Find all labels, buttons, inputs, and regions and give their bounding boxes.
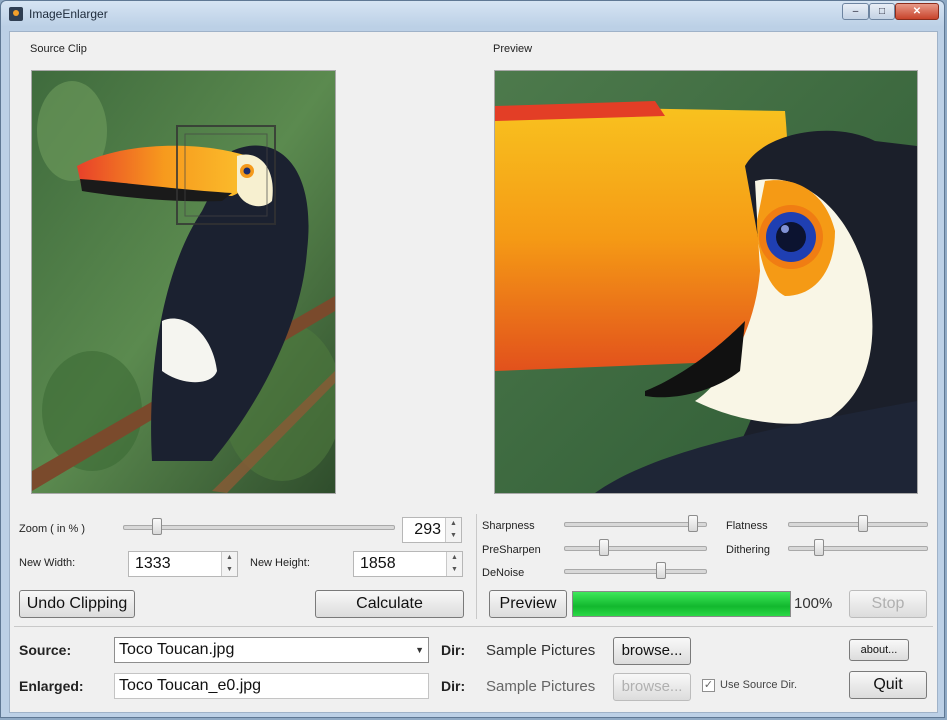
dithering-slider-track[interactable] [788,546,928,551]
source-dir-label: Dir: [441,642,466,658]
denoise-slider-track[interactable] [564,569,707,574]
enlarged-file-value: Toco Toucan_e0.jpg [119,677,262,694]
quit-button[interactable]: Quit [849,671,927,699]
stop-button[interactable]: Stop [849,590,927,618]
denoise-slider-thumb[interactable] [655,562,666,579]
spin-up-icon[interactable]: ▲ [447,552,462,564]
preview-image [494,70,918,494]
spin-up-icon[interactable]: ▲ [446,518,461,530]
presharpen-label: PreSharpen [482,544,541,556]
enlarged-browse-button[interactable]: browse... [613,673,691,701]
app-window: ImageEnlarger – □ ✕ Source Clip Preview [0,0,945,718]
enlarged-dir-label: Dir: [441,678,466,694]
toucan-source-picture [32,71,335,493]
new-width-spinbox[interactable]: 1333 ▲ ▼ [128,551,238,577]
flatness-label: Flatness [726,520,768,532]
new-width-value: 1333 [135,555,171,572]
controls-separator [476,514,477,619]
progress-fill [573,592,790,616]
zoom-value: 293 [414,521,441,538]
zoom-label: Zoom ( in % ) [19,523,86,535]
calculate-button[interactable]: Calculate [315,590,464,618]
zoom-slider-track[interactable] [123,525,395,530]
enlarged-file-field[interactable]: Toco Toucan_e0.jpg [114,673,429,699]
presharpen-slider-thumb[interactable] [599,539,610,556]
source-clip-heading: Source Clip [30,43,87,55]
client-area: Source Clip Preview Zoom (in %) 293 ▲ … [9,31,938,713]
chevron-down-icon[interactable]: ▼ [415,638,424,662]
spin-down-icon[interactable]: ▼ [446,530,461,542]
source-file-combo[interactable]: Toco Toucan.jpg ▼ [114,637,429,663]
new-width-label: New Width: [19,557,76,569]
source-file-value: Toco Toucan.jpg [119,641,235,658]
undo-clipping-button[interactable]: Undo Clipping [19,590,135,618]
presharpen-slider-track[interactable] [564,546,707,551]
progress-percent: 100% [794,595,833,612]
sharpness-slider-thumb[interactable] [688,515,699,532]
progress-bar [572,591,791,617]
maximize-button[interactable]: □ [869,3,895,20]
spin-up-icon[interactable]: ▲ [222,552,237,564]
spin-down-icon[interactable]: ▼ [222,564,237,576]
enlarged-dir-value: Sample Pictures [486,678,596,695]
zoom-spinbox[interactable]: 293 ▲ ▼ [402,517,462,543]
close-button[interactable]: ✕ [895,3,939,20]
preview-heading: Preview [493,43,533,55]
dithering-label: Dithering [726,544,771,556]
source-browse-button[interactable]: browse... [613,637,691,665]
new-height-spinbox[interactable]: 1858 ▲ ▼ [353,551,463,577]
spin-down-icon[interactable]: ▼ [447,564,462,576]
window-title: ImageEnlarger [29,7,108,21]
title-bar: ImageEnlarger – □ ✕ [1,1,944,27]
new-height-label: New Height: [250,557,310,569]
toucan-preview-picture [495,71,917,493]
about-button[interactable]: about... [849,639,909,661]
zoom-slider-thumb[interactable] [151,518,162,535]
new-height-value: 1858 [360,555,396,572]
source-label: Source: [19,642,72,658]
denoise-label: DeNoise [482,567,525,579]
source-clip-image[interactable] [31,70,336,494]
dithering-slider-thumb[interactable] [813,539,824,556]
app-icon [9,7,23,21]
bottom-separator [14,626,933,627]
flatness-slider-thumb[interactable] [858,515,869,532]
enlarged-label: Enlarged: [19,678,84,694]
sharpness-slider-track[interactable] [564,522,707,527]
source-dir-value: Sample Pictures [486,642,596,659]
preview-button[interactable]: Preview [489,590,567,618]
minimize-button[interactable]: – [842,3,869,20]
use-source-dir-label: Use Source Dir. [720,679,798,691]
use-source-dir-checkbox[interactable]: ✓ [702,679,715,692]
sharpness-label: Sharpness [482,520,535,532]
